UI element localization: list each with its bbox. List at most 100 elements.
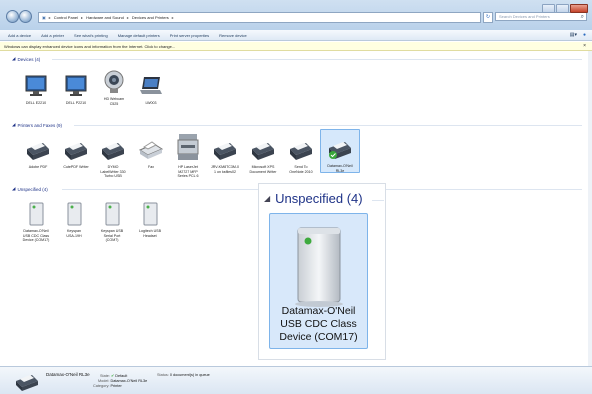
printer-label: CutePDF Writer — [63, 165, 89, 169]
printer-label: DYMO LabelWriter 330 Turbo USB — [100, 165, 126, 179]
info-bar[interactable]: Windows can display enhanced device icon… — [0, 42, 592, 51]
breadcrumb-control-panel[interactable]: Control Panel — [54, 15, 78, 20]
command-bar: Add a device Add a printer See what's pr… — [0, 30, 592, 41]
printer-item[interactable]: HP LaserJet M2727 MFP Series PCL 6 — [168, 131, 208, 179]
default-check-icon: ✔ — [110, 374, 115, 378]
generic-device-icon — [23, 201, 49, 227]
printer-icon — [212, 137, 238, 163]
generic-device-icon — [99, 201, 125, 227]
printer-item[interactable]: Adobe PDF — [18, 137, 58, 170]
zoom-group-divider — [372, 200, 384, 201]
title-bar: ▣ ▸ Control Panel ▸ Hardware and Sound ▸… — [0, 0, 592, 30]
details-category: Category: Printer — [93, 384, 122, 388]
folder-icon: ▣ — [42, 15, 46, 20]
minimize-button[interactable] — [542, 4, 555, 13]
breadcrumb-hardware-sound[interactable]: Hardware and Sound — [86, 15, 124, 20]
state-value: Default — [115, 374, 128, 378]
printer-label: Send To OneNote 2010 — [289, 165, 313, 174]
help-icon[interactable]: ● — [583, 32, 586, 38]
remove-device-button[interactable]: Remove device — [219, 33, 247, 38]
device-label: Datamax-O'Neil USB CDC Class Device (COM… — [22, 229, 50, 243]
generic-device-icon — [137, 201, 163, 227]
printer-icon — [250, 137, 276, 163]
chevron-icon: ▸ — [171, 15, 174, 20]
group-header-devices[interactable]: ◢ Devices (4) — [12, 56, 40, 62]
printer-label: HP LaserJet M2727 MFP Series PCL 6 — [177, 165, 199, 179]
printer-item[interactable]: Fax — [131, 137, 171, 170]
search-placeholder: Search Devices and Printers — [499, 14, 550, 19]
status-value: 0 document(s) in queue — [169, 373, 210, 377]
view-options-icon[interactable]: ▤▾ — [570, 32, 577, 38]
collapse-triangle-icon: ◢ — [264, 194, 271, 203]
collapse-triangle-icon: ◢ — [12, 122, 16, 127]
see-printing-button[interactable]: See what's printing — [74, 33, 108, 38]
printer-label: Fax — [148, 165, 154, 169]
search-input[interactable]: Search Devices and Printers ⌕ — [495, 12, 587, 21]
details-device-name: Datamax-O'Neil RL3e — [46, 372, 90, 377]
model-label: Model: — [98, 379, 110, 383]
device-item[interactable]: DELL E2210 — [16, 73, 56, 106]
add-printer-button[interactable]: Add a printer — [41, 33, 64, 38]
info-bar-text: Windows can display enhanced device icon… — [4, 43, 176, 49]
search-icon: ⌕ — [580, 14, 584, 20]
forward-button[interactable] — [19, 10, 32, 23]
zoom-device-label: Datamax-O'Neil USB CDC Class Device (COM… — [279, 305, 358, 343]
webcam-icon — [101, 69, 127, 95]
status-label: Status: — [157, 373, 169, 377]
group-header-printers[interactable]: ◢ Printers and Faxes (9) — [12, 122, 62, 128]
close-icon[interactable]: × — [583, 43, 586, 49]
zoom-group-header: ◢ Unspecified (4) — [264, 191, 363, 206]
device-label: DELL P2210 — [65, 101, 87, 105]
printer-label: Datamax-O'Neil RL3e — [327, 164, 353, 173]
group-header-unspecified[interactable]: ◢ Unspecified (4) — [12, 186, 48, 192]
print-server-properties-button[interactable]: Print server properties — [170, 33, 209, 38]
device-label: Keyspan USB Serial Port (COM7) — [100, 229, 124, 243]
printer-item-selected[interactable]: Datamax-O'Neil RL3e — [320, 129, 360, 173]
device-label: Keyspan USA-19H — [66, 229, 82, 238]
device-label: LW003 — [145, 101, 157, 105]
printer-item[interactable]: JRV-KM8TC3M-0 1 on ksfiles02 — [205, 137, 245, 174]
printer-icon — [63, 137, 89, 163]
device-label: HD Webcam C525 — [103, 97, 125, 106]
add-device-button[interactable]: Add a device — [8, 33, 31, 38]
device-label: Logitech USB Headset — [139, 229, 161, 238]
printer-label: Adobe PDF — [28, 165, 48, 169]
zoom-group-title: Unspecified (4) — [275, 191, 363, 206]
refresh-button[interactable]: ↻ — [483, 12, 493, 23]
printer-label: Microsoft XPS Document Writer — [249, 165, 277, 174]
maximize-button[interactable] — [556, 4, 569, 13]
device-item[interactable]: DELL P2210 — [56, 73, 96, 106]
chevron-icon: ▸ — [81, 15, 84, 20]
group-divider — [74, 125, 582, 126]
details-model: Model: Datamax-O'Neil RL3e — [98, 379, 147, 383]
printer-item[interactable]: Send To OneNote 2010 — [281, 137, 321, 174]
address-bar[interactable]: ▣ ▸ Control Panel ▸ Hardware and Sound ▸… — [38, 12, 481, 23]
breadcrumb-devices-printers[interactable]: Devices and Printers — [132, 15, 169, 20]
device-item[interactable]: HD Webcam C525 — [94, 69, 134, 106]
printer-item[interactable]: DYMO LabelWriter 330 Turbo USB — [93, 137, 133, 179]
chevron-icon: ▸ — [48, 15, 51, 20]
collapse-triangle-icon: ◢ — [12, 56, 16, 61]
group-title: Unspecified (4) — [17, 186, 48, 192]
device-item[interactable]: LW003 — [131, 73, 171, 106]
unspecified-item[interactable]: Datamax-O'Neil USB CDC Class Device (COM… — [16, 201, 56, 243]
unspecified-item[interactable]: Keyspan USB Serial Port (COM7) — [92, 201, 132, 243]
printer-item[interactable]: Microsoft XPS Document Writer — [243, 137, 283, 174]
printer-icon — [288, 137, 314, 163]
printer-item[interactable]: CutePDF Writer — [56, 137, 96, 170]
unspecified-item[interactable]: Logitech USB Headset — [130, 201, 170, 238]
unspecified-item[interactable]: Keyspan USA-19H — [54, 201, 94, 238]
details-status: Status: 0 document(s) in queue — [157, 373, 210, 377]
state-label: State: — [100, 374, 110, 378]
category-value: Printer — [110, 384, 122, 388]
device-label: DELL E2210 — [25, 101, 47, 105]
back-button[interactable] — [6, 10, 19, 23]
close-button[interactable] — [570, 4, 588, 13]
manage-default-printers-button[interactable]: Manage default printers — [118, 33, 160, 38]
printer-label: JRV-KM8TC3M-0 1 on ksfiles02 — [210, 165, 240, 174]
group-title: Printers and Faxes (9) — [17, 122, 62, 128]
details-pane: Datamax-O'Neil RL3e State: ✔ Default Sta… — [0, 366, 592, 394]
printer-icon — [100, 137, 126, 163]
printer-icon — [25, 137, 51, 163]
vertical-scrollbar[interactable] — [588, 51, 592, 366]
